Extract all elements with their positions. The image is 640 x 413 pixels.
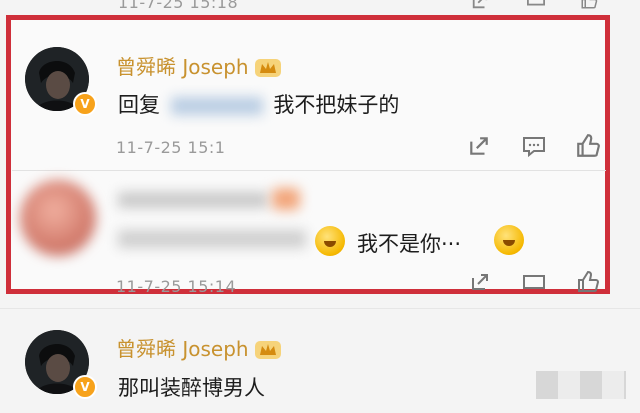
timestamp: 11-7-25 15:1: [116, 138, 226, 157]
timestamp: 11-7-25 15:14: [116, 277, 237, 296]
verified-badge: V: [73, 375, 97, 399]
like-icon[interactable]: [575, 270, 601, 294]
author-row: 曾舜晞 Joseph: [116, 333, 282, 365]
author-row: 曾舜晞 Joseph: [116, 51, 282, 83]
blurred-text: [118, 230, 306, 248]
crown-icon: [254, 57, 282, 83]
divider: [12, 170, 606, 171]
timestamp: 11-7-25 15:18: [118, 0, 239, 12]
like-icon[interactable]: [575, 133, 601, 159]
share-icon[interactable]: [468, 135, 490, 157]
comment-icon[interactable]: [522, 274, 546, 292]
verified-badge: V: [73, 92, 97, 116]
crown-icon: [254, 339, 282, 365]
blurred-badge: [272, 188, 300, 210]
divider: [0, 308, 640, 309]
author-name[interactable]: 曾舜晞 Joseph: [116, 55, 249, 79]
blurred-author-name[interactable]: [118, 192, 268, 208]
share-icon[interactable]: [470, 0, 490, 10]
highlight-frame: [6, 15, 610, 294]
avatar[interactable]: [20, 180, 96, 256]
comment-text: 回复 我不把妹子的: [118, 89, 399, 119]
dot: [306, 221, 314, 229]
blurred-mention[interactable]: [170, 97, 263, 115]
author-name[interactable]: 曾舜晞 Joseph: [116, 337, 249, 361]
share-icon[interactable]: [470, 272, 490, 292]
comment-icon[interactable]: [522, 136, 546, 158]
emoji-icon: [315, 226, 345, 256]
emoji-icon: [494, 225, 524, 255]
watermark-blocks: [536, 371, 626, 399]
comment-icon[interactable]: [525, 0, 547, 10]
reply-text: 我不把妹子的: [273, 93, 400, 117]
reply-prefix: 回复: [118, 93, 160, 117]
comment-text: 那叫装醉博男人: [118, 376, 265, 400]
comment-text: 我不是你···: [357, 232, 462, 256]
like-icon[interactable]: [578, 0, 600, 10]
